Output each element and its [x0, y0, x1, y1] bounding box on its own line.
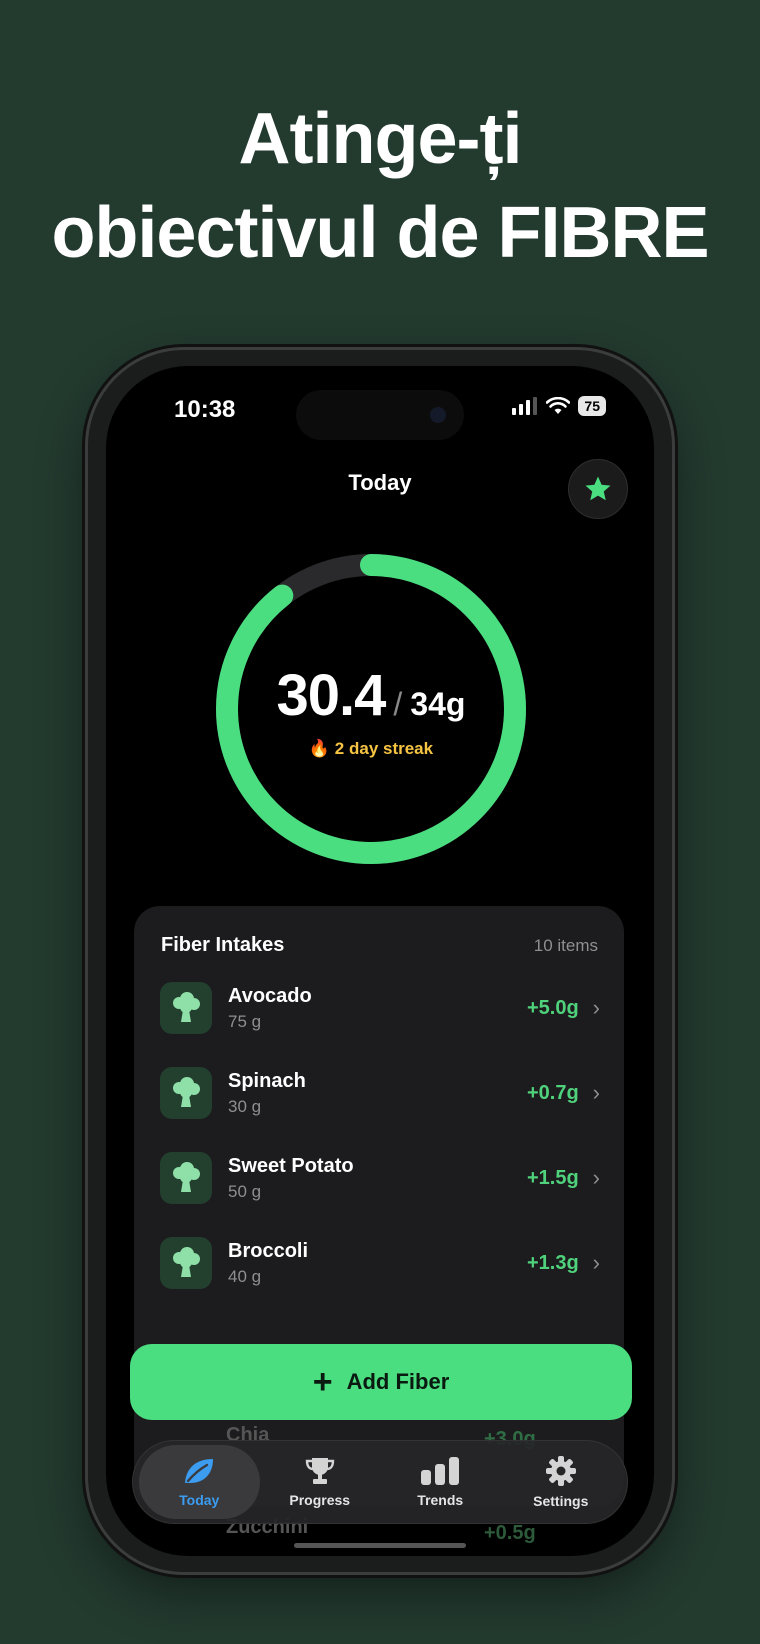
leaf-icon	[185, 1459, 214, 1483]
tab-today[interactable]: Today	[139, 1445, 260, 1519]
headline-line-1: Atinge-ți	[238, 99, 523, 179]
tab-label: Trends	[417, 1492, 464, 1508]
intake-amount: 75 g	[228, 1011, 262, 1031]
intake-fiber: +0.7g	[526, 1081, 579, 1104]
broccoli-icon	[173, 1247, 200, 1277]
add-fiber-label: Add Fiber	[346, 1369, 450, 1394]
intake-row[interactable]: Sweet Potato 50 g +1.5g ›	[160, 1148, 600, 1208]
intake-fiber: +5.0g	[526, 996, 579, 1019]
card-title: Fiber Intakes	[161, 934, 285, 956]
add-fiber-button[interactable]: + Add Fiber	[130, 1344, 632, 1420]
camera-icon	[430, 407, 446, 423]
status-icons: 75	[512, 396, 606, 416]
intake-texts: Spinach 30 g	[228, 1070, 527, 1117]
food-thumbnail	[160, 1237, 212, 1289]
wifi-icon	[546, 397, 571, 414]
chevron-right-icon: ›	[592, 1250, 600, 1275]
bar-chart-icon	[421, 1457, 460, 1485]
home-indicator	[294, 1543, 466, 1548]
trophy-icon	[305, 1458, 334, 1484]
food-thumbnail	[160, 1067, 212, 1119]
headline-line-2: obiectivul de FIBRE	[51, 193, 709, 273]
plus-icon: +	[312, 1363, 333, 1401]
intake-row[interactable]: Broccoli 40 g +1.3g ›	[160, 1233, 600, 1293]
intake-texts: Broccoli 40 g	[228, 1240, 527, 1287]
flame-icon: 🔥	[308, 739, 331, 758]
tab-label: Progress	[289, 1492, 351, 1508]
broccoli-icon	[173, 992, 200, 1022]
card-header: Fiber Intakes 10 items	[161, 934, 598, 957]
broccoli-icon	[173, 1077, 200, 1107]
tab-settings[interactable]: Settings	[501, 1445, 622, 1519]
broccoli-icon	[173, 1162, 200, 1192]
gear-icon	[545, 1456, 576, 1486]
tab-trends[interactable]: Trends	[380, 1445, 501, 1519]
tab-label: Settings	[533, 1493, 589, 1509]
items-count: 10 items	[533, 935, 598, 955]
tab-progress[interactable]: Progress	[260, 1445, 381, 1519]
streak-text: 2 day streak	[334, 739, 434, 758]
partial-item-fiber: +0.5g	[484, 1522, 536, 1544]
tab-label: Today	[179, 1492, 220, 1508]
dynamic-island	[296, 390, 464, 440]
intake-name: Spinach	[228, 1069, 306, 1092]
fiber-current: 30.4	[276, 663, 387, 728]
chevron-right-icon: ›	[592, 995, 600, 1020]
battery-indicator: 75	[578, 396, 606, 416]
marketing-headline: Atinge-ți obiectivul de FIBRE	[0, 92, 760, 280]
intake-name: Avocado	[228, 984, 312, 1007]
chevron-right-icon: ›	[592, 1080, 600, 1105]
intake-row[interactable]: Spinach 30 g +0.7g ›	[160, 1063, 600, 1123]
intake-name: Sweet Potato	[228, 1154, 354, 1177]
intake-texts: Sweet Potato 50 g	[228, 1155, 527, 1202]
intake-texts: Avocado 75 g	[228, 985, 527, 1032]
phone-power-button	[672, 730, 678, 860]
intake-amount: 40 g	[228, 1266, 262, 1286]
favorites-button[interactable]	[568, 459, 628, 519]
streak-label: 🔥 2 day streak	[206, 739, 536, 759]
intake-fiber: +1.3g	[526, 1251, 579, 1274]
status-time: 10:38	[174, 396, 236, 423]
progress-ring: 30.4 / 34g 🔥 2 day streak	[206, 544, 536, 874]
fiber-slash: /	[393, 686, 403, 722]
intake-name: Broccoli	[228, 1239, 309, 1262]
food-thumbnail	[160, 982, 212, 1034]
intake-amount: 30 g	[228, 1096, 262, 1116]
food-thumbnail	[160, 1152, 212, 1204]
intake-row[interactable]: Avocado 75 g +5.0g ›	[160, 978, 600, 1038]
phone-screen: 10:38 75 Today 30.4 / 34g 🔥 2 day streak…	[106, 366, 654, 1556]
intake-fiber: +1.5g	[526, 1166, 579, 1189]
fiber-goal: 34g	[410, 686, 466, 722]
ring-value: 30.4 / 34g	[206, 662, 536, 729]
star-icon	[585, 476, 611, 501]
chevron-right-icon: ›	[592, 1165, 600, 1190]
signal-icon	[512, 397, 538, 415]
intake-amount: 50 g	[228, 1181, 262, 1201]
tab-bar: Today Progress Trends Settings	[132, 1440, 628, 1524]
